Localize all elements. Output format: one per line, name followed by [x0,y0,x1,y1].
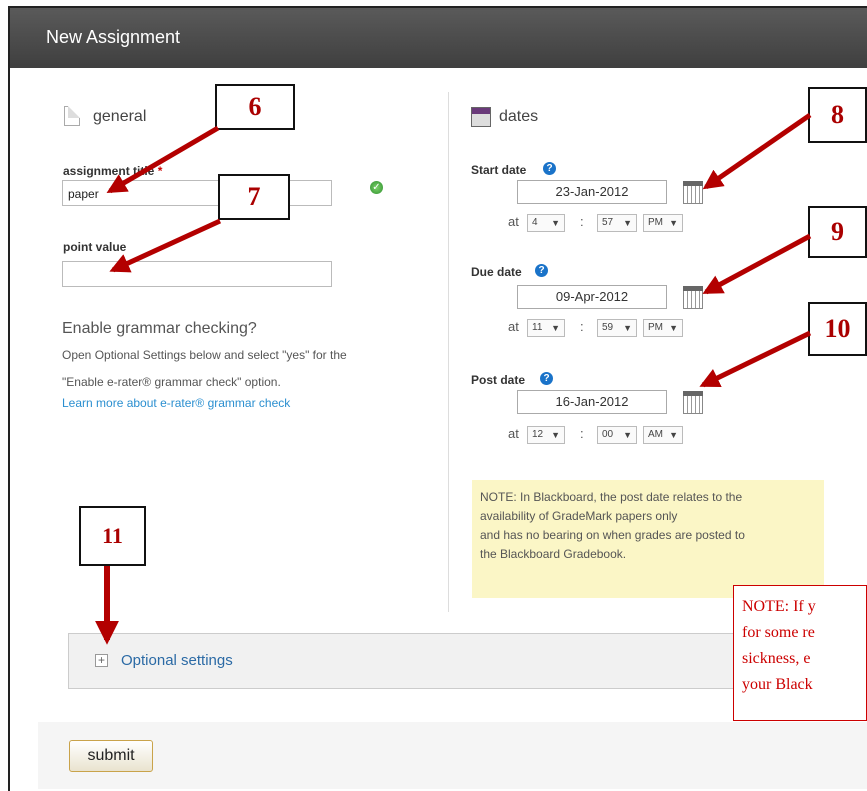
arrow-8 [702,112,812,190]
arrow-9 [702,233,812,295]
arrow-6 [106,125,220,194]
arrow-7 [109,218,222,273]
annotation-arrows [95,112,812,645]
arrow-10 [699,330,812,388]
